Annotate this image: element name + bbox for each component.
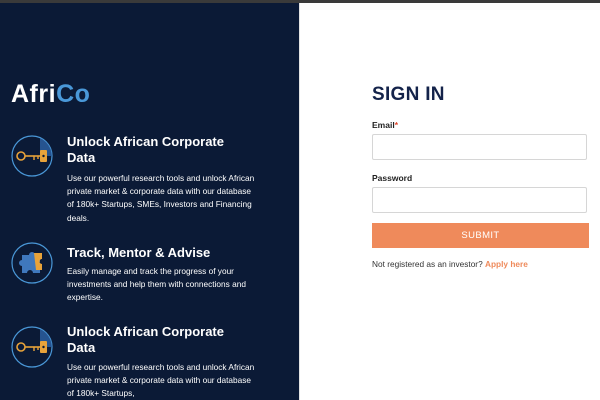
africo-logo[interactable]: AfriCo (11, 80, 90, 109)
feature-title: Unlock African Corporate Data (67, 134, 224, 165)
email-label-text: Email (372, 120, 395, 130)
email-label: Email* (372, 120, 398, 130)
logo-text-part2: Co (56, 80, 91, 108)
page-title: SIGN IN (372, 84, 445, 105)
feature-description: Easily manage and track the progress of … (67, 266, 246, 303)
puzzle-icon (11, 242, 53, 284)
password-label: Password (372, 173, 413, 183)
email-field[interactable] (372, 134, 587, 160)
feature-title: Unlock African Corporate Data (67, 324, 224, 355)
sign-in-panel: SIGN IN Email* Password SUBMIT Not regis… (300, 3, 600, 400)
feature-description: Use our powerful research tools and unlo… (67, 362, 255, 399)
register-note-text: Not registered as an investor? (372, 259, 485, 269)
feature-description: Use our powerful research tools and unlo… (67, 173, 255, 223)
required-mark: * (394, 120, 398, 130)
logo-text-part1: Afri (11, 80, 57, 108)
password-field[interactable] (372, 187, 587, 213)
promo-panel: AfriCo Unlock African Corporate Data Use… (0, 3, 299, 400)
apply-here-link[interactable]: Apply here (485, 259, 528, 269)
key-icon (11, 326, 53, 368)
key-icon (11, 135, 53, 177)
register-note: Not registered as an investor? Apply her… (372, 259, 528, 269)
submit-button[interactable]: SUBMIT (372, 223, 589, 248)
feature-title: Track, Mentor & Advise (67, 245, 211, 260)
